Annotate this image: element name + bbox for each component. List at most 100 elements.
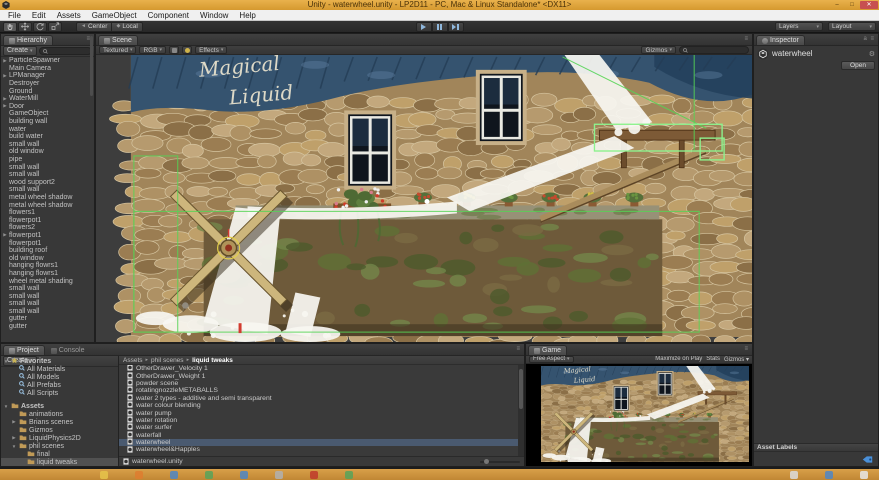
hierarchy-item[interactable]: build water bbox=[1, 133, 94, 141]
tab-game[interactable]: Game bbox=[528, 345, 567, 355]
breadcrumb-root[interactable]: Assets bbox=[123, 357, 143, 364]
asset-list-scrollbar[interactable] bbox=[518, 365, 524, 456]
hierarchy-item[interactable]: small wall bbox=[1, 308, 94, 316]
render-channel-dropdown[interactable]: RGB▾ bbox=[139, 46, 166, 54]
project-tree-item[interactable]: ▼phil scenes bbox=[1, 442, 118, 450]
menu-window[interactable]: Window bbox=[195, 10, 233, 21]
taskbar-app-icon[interactable] bbox=[135, 471, 143, 479]
menu-edit[interactable]: Edit bbox=[27, 10, 51, 21]
asset-item[interactable]: rotatingnozzleMETABALLS bbox=[119, 387, 518, 394]
expand-arrow-icon[interactable]: ▶ bbox=[11, 435, 17, 441]
hierarchy-item[interactable]: Ground bbox=[1, 87, 94, 95]
hierarchy-item[interactable]: ▶LPManager bbox=[1, 72, 94, 80]
project-tree-item[interactable]: All Models bbox=[1, 373, 118, 381]
hierarchy-item[interactable]: wheel metal shading bbox=[1, 277, 94, 285]
hierarchy-item[interactable]: Destroyer bbox=[1, 80, 94, 88]
hierarchy-item[interactable]: small wall bbox=[1, 141, 94, 149]
scene-lighting-toggle[interactable] bbox=[182, 46, 192, 54]
asset-item[interactable]: waterfall bbox=[119, 432, 518, 439]
asset-item[interactable]: OtherDrawer_Weight 1 bbox=[119, 372, 518, 379]
hierarchy-item[interactable]: metal wheel shadow bbox=[1, 201, 94, 209]
expand-arrow-icon[interactable]: ▼ bbox=[3, 404, 9, 409]
hand-tool-button[interactable] bbox=[3, 22, 17, 32]
hierarchy-search-input[interactable] bbox=[39, 47, 92, 55]
expand-arrow-icon[interactable]: ▼ bbox=[11, 444, 17, 449]
panel-menu-icon[interactable]: ≡ bbox=[744, 36, 749, 42]
rotate-tool-button[interactable] bbox=[33, 22, 47, 32]
taskbar-app-icon[interactable] bbox=[860, 471, 868, 479]
thumbnail-zoom-slider[interactable] bbox=[480, 461, 520, 463]
breadcrumb-folder[interactable]: phil scenes bbox=[151, 357, 184, 364]
layers-dropdown[interactable]: Layers▾ bbox=[775, 22, 823, 31]
taskbar-app-icon[interactable] bbox=[205, 471, 213, 479]
maximize-button[interactable]: □ bbox=[845, 1, 859, 9]
taskbar-app-icon[interactable] bbox=[345, 471, 353, 479]
hierarchy-item[interactable]: ▶ParticleSpawner bbox=[1, 57, 94, 65]
step-button[interactable] bbox=[448, 22, 464, 32]
asset-item[interactable]: water surfer bbox=[119, 424, 518, 431]
expand-arrow-icon[interactable]: ▶ bbox=[1, 103, 9, 109]
minimize-button[interactable]: – bbox=[830, 1, 844, 9]
hierarchy-item[interactable]: gutter bbox=[1, 323, 94, 331]
label-tag-icon[interactable] bbox=[862, 455, 873, 464]
hierarchy-item[interactable]: wood support2 bbox=[1, 179, 94, 187]
menu-gameobject[interactable]: GameObject bbox=[87, 10, 142, 21]
asset-item[interactable]: water rotation bbox=[119, 417, 518, 424]
asset-item[interactable]: OtherDrawer_Velocity 1 bbox=[119, 365, 518, 372]
expand-arrow-icon[interactable]: ▶ bbox=[1, 96, 9, 102]
tab-hierarchy[interactable]: Hierarchy bbox=[3, 35, 53, 45]
expand-arrow-icon[interactable]: ▶ bbox=[1, 58, 9, 64]
taskbar-app-icon[interactable] bbox=[275, 471, 283, 479]
asset-item[interactable]: water pump bbox=[119, 409, 518, 416]
taskbar-app-icon[interactable] bbox=[100, 471, 108, 479]
open-button[interactable]: Open bbox=[841, 61, 875, 70]
panel-menu-icon[interactable]: ≡ bbox=[744, 346, 749, 352]
hierarchy-item[interactable]: gutter bbox=[1, 315, 94, 323]
stats-toggle[interactable]: Stats bbox=[706, 356, 720, 363]
asset-item[interactable]: waterwheel&Happles bbox=[119, 446, 518, 453]
hierarchy-item[interactable]: Main Camera bbox=[1, 65, 94, 73]
hierarchy-item[interactable]: hanging flowrs1 bbox=[1, 270, 94, 278]
maximize-on-play-toggle[interactable]: Maximize on Play bbox=[655, 356, 702, 363]
breadcrumb-current[interactable]: liquid tweaks bbox=[192, 357, 233, 364]
hierarchy-create-button[interactable]: Create▾ bbox=[3, 46, 37, 56]
expand-arrow-icon[interactable]: ▶ bbox=[1, 73, 9, 79]
pause-button[interactable] bbox=[432, 22, 448, 32]
hierarchy-item[interactable]: building wall bbox=[1, 118, 94, 126]
hierarchy-item[interactable]: flowerpot1 bbox=[1, 216, 94, 224]
tab-console[interactable]: Console bbox=[45, 345, 91, 355]
hierarchy-item[interactable]: small wall bbox=[1, 300, 94, 308]
hierarchy-item[interactable]: GameObject bbox=[1, 110, 94, 118]
project-tree-item[interactable]: liquid tweaks bbox=[1, 458, 118, 466]
space-toggle-button[interactable]: ◆Local bbox=[112, 22, 142, 32]
pivot-toggle-button[interactable]: ◄Center bbox=[76, 22, 112, 32]
hierarchy-item[interactable]: ▶flowerpot1 bbox=[1, 232, 94, 240]
hierarchy-item[interactable]: water bbox=[1, 125, 94, 133]
hierarchy-item[interactable]: small wall bbox=[1, 186, 94, 194]
asset-item[interactable]: water colour blending bbox=[119, 402, 518, 409]
tab-inspector[interactable]: Inspector bbox=[756, 35, 805, 45]
hierarchy-item[interactable]: hanging flowrs1 bbox=[1, 262, 94, 270]
hierarchy-item[interactable]: ▶WaterMill bbox=[1, 95, 94, 103]
menu-component[interactable]: Component bbox=[143, 10, 194, 21]
scale-tool-button[interactable] bbox=[48, 22, 62, 32]
move-tool-button[interactable] bbox=[18, 22, 32, 32]
panel-menu-icon[interactable]: ≡ bbox=[516, 346, 521, 352]
hierarchy-item[interactable]: old window bbox=[1, 254, 94, 262]
hierarchy-item[interactable]: pipe bbox=[1, 156, 94, 164]
hierarchy-item[interactable]: small wall bbox=[1, 171, 94, 179]
tab-project[interactable]: Project bbox=[3, 345, 45, 355]
gear-icon[interactable]: ⚙ bbox=[869, 50, 875, 58]
menu-help[interactable]: Help bbox=[234, 10, 260, 21]
game-gizmos-dropdown[interactable]: Gizmos ▾ bbox=[724, 356, 749, 363]
taskbar-app-icon[interactable] bbox=[310, 471, 318, 479]
hierarchy-item[interactable]: small wall bbox=[1, 292, 94, 300]
play-button[interactable] bbox=[416, 22, 432, 32]
hierarchy-item[interactable]: flowers2 bbox=[1, 224, 94, 232]
asset-item[interactable]: water 2 types - additive and semi transp… bbox=[119, 395, 518, 402]
asset-item[interactable]: powder scene bbox=[119, 380, 518, 387]
project-tree-item[interactable]: final bbox=[1, 450, 118, 458]
hierarchy-item[interactable]: flowerpot1 bbox=[1, 239, 94, 247]
layout-dropdown[interactable]: Layout▾ bbox=[828, 22, 876, 31]
project-tree-item[interactable]: All Prefabs bbox=[1, 381, 118, 389]
